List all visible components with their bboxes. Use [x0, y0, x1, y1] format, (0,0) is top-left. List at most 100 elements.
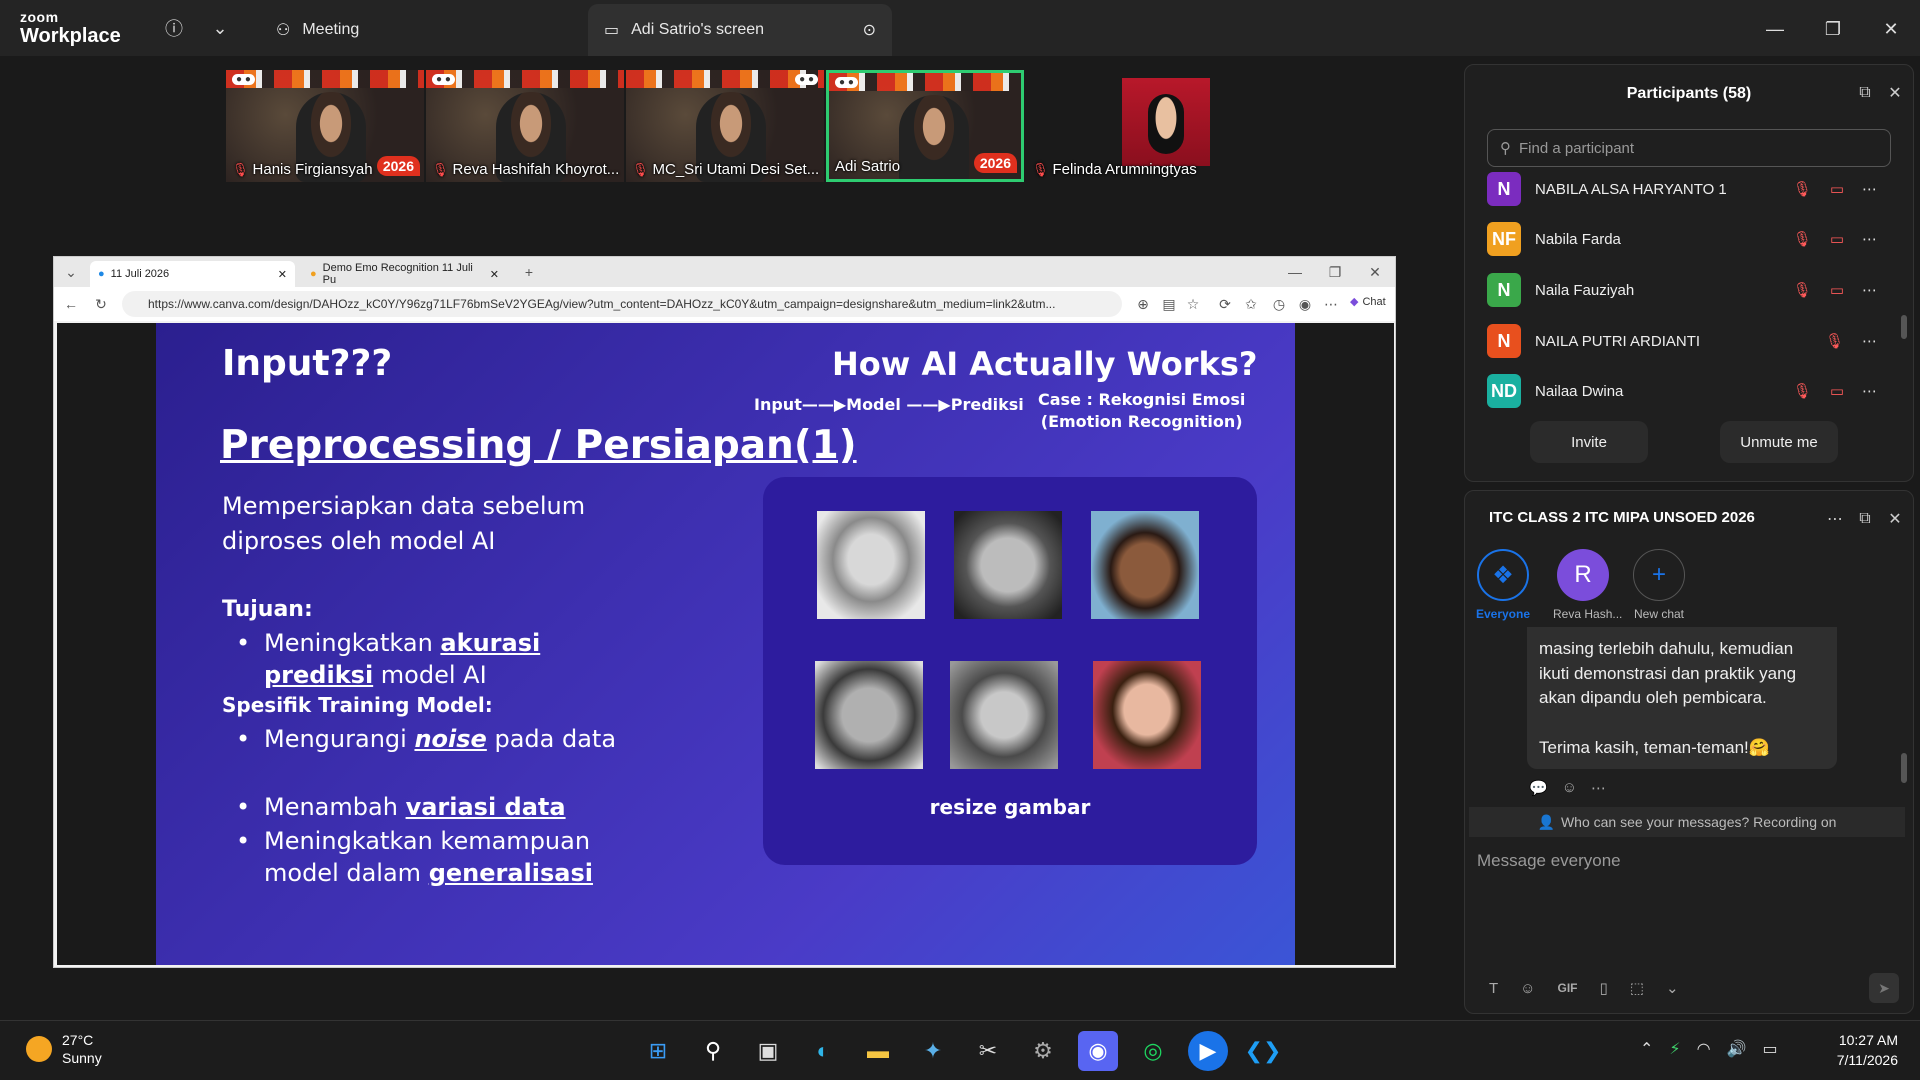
new-tab-icon[interactable]: + — [518, 261, 540, 283]
video-thumbnail[interactable]: ● ● 🎙 MC_Sri Utami Desi Set... — [626, 70, 824, 182]
minimize-button[interactable]: — — [1760, 14, 1790, 44]
refresh-icon[interactable]: ⟳ — [1214, 293, 1236, 315]
screenshot-icon[interactable]: ⬚ — [1630, 979, 1644, 997]
info-icon[interactable]: ⓘ — [160, 14, 188, 42]
chevron-down-icon[interactable]: ⌄ — [1666, 979, 1679, 997]
file-explorer-icon[interactable]: ▬ — [858, 1031, 898, 1071]
tab-list-icon[interactable]: ⌄ — [60, 261, 82, 283]
battery-icon[interactable]: ▭ — [1763, 1039, 1778, 1059]
mic-muted-icon[interactable]: 🎙 — [1793, 180, 1812, 198]
more-icon[interactable]: ⋯ — [1862, 382, 1877, 400]
participant-row[interactable]: N Naila Fauziyah 🎙 ▭ ⋯ — [1487, 270, 1877, 310]
chat-tab-direct[interactable]: R Reva Hash... — [1553, 549, 1622, 621]
restore-button[interactable]: ❐ — [1818, 14, 1848, 44]
search-icon[interactable]: ⚲ — [693, 1031, 733, 1071]
scrollbar[interactable] — [1901, 315, 1907, 339]
gif-button[interactable]: GIF — [1558, 981, 1578, 995]
weather-widget[interactable]: 27°C Sunny — [26, 1031, 102, 1067]
zoom-logo: zoom Workplace — [20, 10, 121, 46]
browser-tab-active[interactable]: ● 11 Juli 2026 ✕ — [90, 261, 295, 287]
history-icon[interactable]: ◷ — [1268, 293, 1290, 315]
video-thumbnail-active-speaker[interactable]: ● ● Adi Satrio 2026 — [826, 70, 1024, 182]
mic-muted-icon: 🎙 — [632, 161, 649, 177]
profile-icon[interactable]: ◉ — [1294, 293, 1316, 315]
sun-icon — [26, 1036, 52, 1063]
more-icon[interactable]: ⋯ — [1862, 230, 1877, 248]
add-reaction-icon[interactable]: ☺ — [1562, 779, 1577, 797]
start-icon[interactable]: ⊞ — [638, 1031, 678, 1071]
close-icon[interactable]: ✕ — [1883, 507, 1907, 531]
more-icon[interactable]: ⋯ — [1320, 293, 1342, 315]
browser-tab[interactable]: ● Demo Emo Recognition 11 Juli Pu ✕ — [302, 261, 507, 287]
close-button[interactable]: ✕ — [1876, 14, 1906, 44]
reply-icon[interactable]: 💬 — [1529, 779, 1548, 797]
video-off-icon[interactable]: ▭ — [1830, 382, 1844, 400]
task-view-icon[interactable]: ▣ — [748, 1031, 788, 1071]
spotify-icon[interactable]: ◎ — [1133, 1031, 1173, 1071]
unmute-me-button[interactable]: Unmute me — [1720, 421, 1838, 463]
discord-icon[interactable]: ◉ — [1078, 1031, 1118, 1071]
participant-row[interactable]: ND Nailaa Dwina 🎙 ▭ ⋯ — [1487, 371, 1877, 411]
chat-tab-new[interactable]: + New chat — [1629, 549, 1689, 621]
more-icon[interactable]: ⋯ — [1591, 779, 1606, 797]
app-icon[interactable]: ✦ — [913, 1031, 953, 1071]
video-off-icon[interactable]: ▭ — [1830, 230, 1844, 248]
more-icon[interactable]: ⋯ — [1862, 281, 1877, 299]
wifi-icon[interactable]: ◠ — [1697, 1039, 1711, 1059]
snipping-tool-icon[interactable]: ✂ — [968, 1031, 1008, 1071]
send-button[interactable]: ➤ — [1869, 973, 1899, 1003]
close-tab-icon[interactable]: ✕ — [490, 268, 499, 281]
browser-close-icon[interactable]: ✕ — [1364, 261, 1386, 283]
participant-row[interactable]: N NAILA PUTRI ARDIANTI 🎙 ⋯ — [1487, 321, 1877, 361]
address-bar[interactable]: https://www.canva.com/design/DAHOzz_kC0Y… — [122, 291, 1122, 317]
mic-muted-icon[interactable]: 🎙 — [1793, 230, 1812, 248]
invite-button[interactable]: Invite — [1530, 421, 1648, 463]
more-icon[interactable]: ⋯ — [1862, 332, 1877, 350]
scrollbar[interactable] — [1901, 753, 1907, 783]
participant-row[interactable]: N NABILA ALSA HARYANTO 1 🎙 ▭ ⋯ — [1487, 169, 1877, 209]
mic-muted-icon[interactable]: 🎙 — [1825, 332, 1844, 350]
reader-icon[interactable]: ▤ — [1158, 293, 1180, 315]
browser-minimize-icon[interactable]: — — [1284, 261, 1306, 283]
more-icon[interactable]: ⋯ — [1823, 507, 1847, 531]
video-off-icon[interactable]: ▭ — [1830, 180, 1844, 198]
zoom-icon[interactable]: ▶ — [1188, 1031, 1228, 1071]
video-thumbnail[interactable]: 🎙 Felinda Arumningtyas — [1026, 70, 1224, 182]
text-format-icon[interactable]: T — [1489, 980, 1498, 997]
mic-muted-icon[interactable]: 🎙 — [1793, 382, 1812, 400]
clock[interactable]: 10:27 AM 7/11/2026 — [1837, 1031, 1898, 1070]
chevron-down-icon[interactable]: ⌄ — [206, 14, 234, 42]
network-status-icon[interactable]: ⚡ — [1669, 1039, 1680, 1059]
chevron-up-icon[interactable]: ⌃ — [1640, 1039, 1653, 1059]
star-icon[interactable]: ☆ — [1182, 293, 1204, 315]
tab-meeting[interactable]: ⚇ Meeting — [260, 4, 375, 56]
file-icon[interactable]: ▯ — [1600, 979, 1608, 997]
more-options-icon[interactable]: ⊙ — [863, 20, 876, 40]
favorites-icon[interactable]: ✩ — [1240, 293, 1262, 315]
edge-icon[interactable]: ◐ — [803, 1031, 843, 1071]
tab-shared-screen[interactable]: ▭ Adi Satrio's screen ⊙ — [588, 4, 892, 56]
video-thumbnail[interactable]: ● ● 🎙 Reva Hashifah Khoyrot... — [426, 70, 624, 182]
message-input[interactable]: Message everyone — [1477, 851, 1621, 871]
close-icon[interactable]: ✕ — [1883, 81, 1907, 105]
participant-row[interactable]: NF Nabila Farda 🎙 ▭ ⋯ — [1487, 219, 1877, 259]
copilot-chat-button[interactable]: ◆ Chat — [1350, 295, 1386, 309]
pop-out-icon[interactable]: ⧉ — [1853, 507, 1877, 531]
close-tab-icon[interactable]: ✕ — [278, 268, 287, 281]
mic-muted-icon[interactable]: 🎙 — [1793, 281, 1812, 299]
video-thumbnail[interactable]: ● ● 🎙 Hanis Firgiansyah 2026 — [226, 70, 424, 182]
more-icon[interactable]: ⋯ — [1862, 180, 1877, 198]
visibility-notice[interactable]: 👤 Who can see your messages? Recording o… — [1469, 807, 1905, 837]
back-icon[interactable]: ← — [60, 293, 82, 315]
settings-icon[interactable]: ⚙ — [1023, 1031, 1063, 1071]
participant-search-input[interactable]: ⚲ Find a participant — [1487, 129, 1891, 167]
browser-restore-icon[interactable]: ❐ — [1324, 261, 1346, 283]
volume-icon[interactable]: 🔊 — [1727, 1039, 1747, 1059]
reload-icon[interactable]: ↻ — [90, 293, 112, 315]
emoji-icon[interactable]: ☺ — [1520, 980, 1535, 997]
chat-tab-everyone[interactable]: ❖ Everyone — [1473, 549, 1533, 621]
vscode-icon[interactable]: ❮❯ — [1243, 1031, 1283, 1071]
zoom-icon[interactable]: ⊕ — [1132, 293, 1154, 315]
pop-out-icon[interactable]: ⧉ — [1853, 81, 1877, 105]
video-off-icon[interactable]: ▭ — [1830, 281, 1844, 299]
